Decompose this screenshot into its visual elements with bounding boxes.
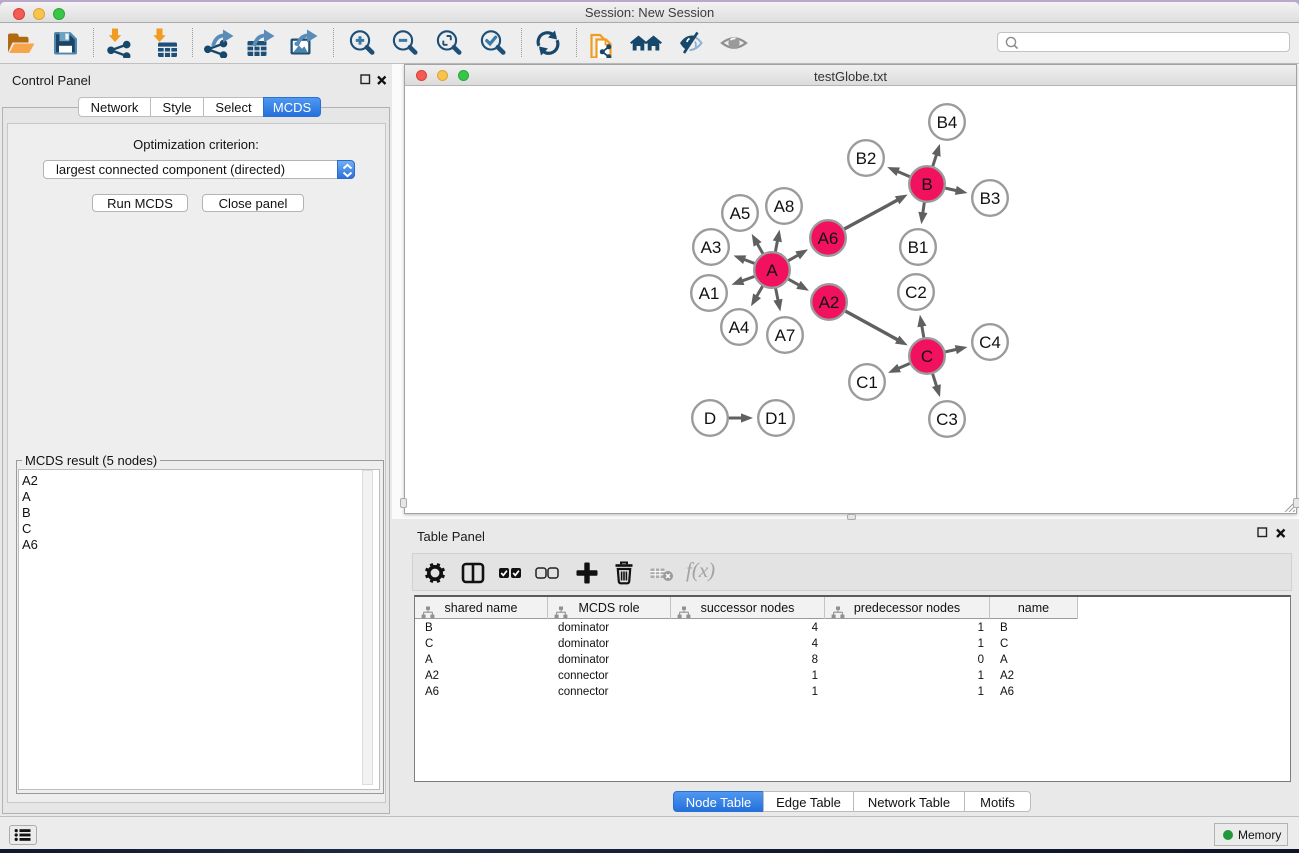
svg-text:A5: A5 xyxy=(730,204,751,223)
svg-text:C: C xyxy=(921,347,933,366)
svg-text:A8: A8 xyxy=(774,197,795,216)
svg-text:B3: B3 xyxy=(980,189,1001,208)
svg-text:A: A xyxy=(766,261,778,280)
svg-text:A2: A2 xyxy=(819,293,840,312)
svg-text:C4: C4 xyxy=(979,333,1001,352)
svg-text:A6: A6 xyxy=(818,229,839,248)
svg-text:B4: B4 xyxy=(937,113,958,132)
svg-text:D1: D1 xyxy=(765,409,787,428)
svg-text:B2: B2 xyxy=(856,149,877,168)
svg-text:A7: A7 xyxy=(775,326,796,345)
svg-text:C2: C2 xyxy=(905,283,927,302)
svg-text:A1: A1 xyxy=(699,284,720,303)
svg-text:D: D xyxy=(704,409,716,428)
svg-text:B1: B1 xyxy=(908,238,929,257)
svg-text:C3: C3 xyxy=(936,410,958,429)
svg-text:A4: A4 xyxy=(729,318,750,337)
svg-text:A3: A3 xyxy=(701,238,722,257)
svg-text:C1: C1 xyxy=(856,373,878,392)
svg-text:B: B xyxy=(921,175,932,194)
